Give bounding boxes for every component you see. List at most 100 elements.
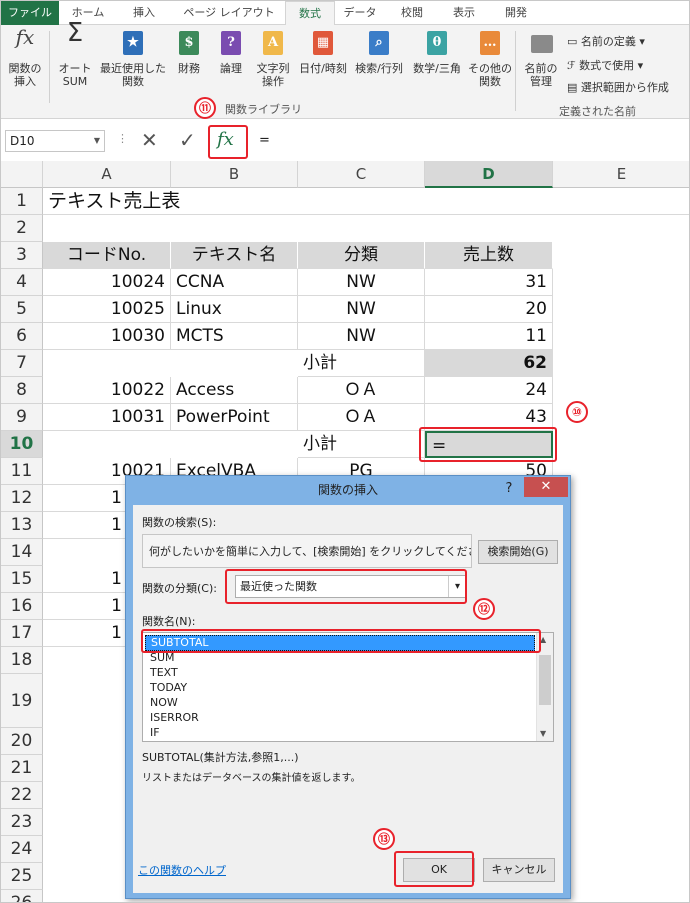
cell-d8[interactable]: 24 <box>425 377 553 404</box>
datetime-button[interactable]: ▦ 日付/時刻 <box>297 29 349 75</box>
autosum-button[interactable]: Σ オート SUM <box>55 20 95 88</box>
row-header[interactable]: 6 <box>1 323 43 350</box>
row-header[interactable]: 8 <box>1 377 43 404</box>
cell-c5[interactable]: NW <box>298 296 425 323</box>
tab-page-layout[interactable]: ページ レイアウト <box>177 1 281 25</box>
search-start-button[interactable]: 検索開始(G) <box>478 540 558 564</box>
row-header[interactable]: 14 <box>1 539 43 566</box>
tab-view[interactable]: 表示 <box>441 1 487 25</box>
column-header-a[interactable]: A <box>43 161 171 188</box>
sheet-title-cell[interactable]: テキスト売上表 <box>43 188 689 215</box>
column-header-e[interactable]: E <box>553 161 689 188</box>
row-header[interactable]: 24 <box>1 836 43 863</box>
row-header[interactable]: 20 <box>1 728 43 755</box>
row-header[interactable]: 16 <box>1 593 43 620</box>
row-header[interactable]: 7 <box>1 350 43 377</box>
insert-function-button[interactable]: fx 関数の 挿入 <box>5 27 45 88</box>
cell-a6[interactable]: 10030 <box>43 323 171 350</box>
cell-c7-subtotal-label[interactable]: 小計 <box>298 350 425 377</box>
tab-file[interactable]: ファイル <box>1 1 59 25</box>
cell-b4[interactable]: CCNA <box>171 269 298 296</box>
row-header[interactable]: 22 <box>1 782 43 809</box>
recently-used-button[interactable]: ★ 最近使用した 関数 <box>99 29 167 88</box>
cancel-button[interactable]: キャンセル <box>483 858 555 882</box>
select-all-corner[interactable] <box>1 161 43 188</box>
row-header[interactable]: 3 <box>1 242 43 269</box>
cell-a16[interactable]: 1 <box>43 593 127 620</box>
cell-a17[interactable]: 1 <box>43 620 127 647</box>
tab-developer[interactable]: 開発 <box>493 1 539 25</box>
row-header[interactable]: 1 <box>1 188 43 215</box>
column-header-b[interactable]: B <box>171 161 298 188</box>
row-header[interactable]: 19 <box>1 674 43 728</box>
cell-c10-subtotal-label[interactable]: 小計 <box>298 431 425 458</box>
list-item[interactable]: IF <box>150 726 160 740</box>
lookup-button[interactable]: ⌕ 検索/行列 <box>351 29 407 75</box>
define-name-button[interactable]: ▭ 名前の定義 ▾ <box>567 33 645 49</box>
cell-a8[interactable]: 10022 <box>43 377 171 404</box>
cell-a15[interactable]: 1 <box>43 566 127 593</box>
row-header[interactable]: 5 <box>1 296 43 323</box>
row-header[interactable]: 4 <box>1 269 43 296</box>
cell-d4[interactable]: 31 <box>425 269 553 296</box>
cell-a12[interactable]: 1 <box>43 485 127 512</box>
list-item[interactable]: ISERROR <box>150 711 199 725</box>
cell-b6[interactable]: MCTS <box>171 323 298 350</box>
close-icon[interactable]: ✕ <box>524 477 568 497</box>
cell-c6[interactable]: NW <box>298 323 425 350</box>
tab-formulas[interactable]: 数式 <box>285 1 335 26</box>
cell-a4[interactable]: 10024 <box>43 269 171 296</box>
cell-b8[interactable]: Access <box>171 377 298 404</box>
list-item[interactable]: TODAY <box>150 681 187 695</box>
row-header[interactable]: 17 <box>1 620 43 647</box>
name-box[interactable]: D10 ▼ <box>5 130 105 152</box>
function-search-input[interactable]: 何がしたいかを簡単に入力して、[検索開始] をクリックしてください。 <box>142 534 472 568</box>
column-header-d[interactable]: D <box>425 161 553 188</box>
cell-c9[interactable]: ＯＡ <box>298 404 425 431</box>
formula-input[interactable]: = <box>251 130 687 152</box>
enter-icon[interactable]: ✓ <box>179 128 196 152</box>
row-header[interactable]: 26 <box>1 890 43 902</box>
row-header[interactable]: 15 <box>1 566 43 593</box>
row-header[interactable]: 25 <box>1 863 43 890</box>
row-header[interactable]: 2 <box>1 215 43 242</box>
cancel-icon[interactable]: ✕ <box>141 128 158 152</box>
more-functions-button[interactable]: … その他の 関数 <box>467 29 513 88</box>
function-help-link[interactable]: この関数のヘルプ <box>138 862 226 878</box>
use-in-formula-button[interactable]: ℱ 数式で使用 ▾ <box>567 57 643 73</box>
row-header-selected[interactable]: 10 <box>1 431 43 458</box>
header-cell-sales[interactable]: 売上数 <box>425 242 553 269</box>
cell-a13[interactable]: 1 <box>43 512 127 539</box>
name-manager-button[interactable]: 名前の 管理 <box>519 29 563 88</box>
cell-b9[interactable]: PowerPoint <box>171 404 298 431</box>
header-cell-code[interactable]: コードNo. <box>43 242 171 269</box>
cell-c8[interactable]: ＯＡ <box>298 377 425 404</box>
cell-a9[interactable]: 10031 <box>43 404 171 431</box>
row-header[interactable]: 23 <box>1 809 43 836</box>
scroll-down-icon[interactable]: ▼ <box>540 729 546 738</box>
cell-d7-subtotal[interactable]: 62 <box>425 350 553 377</box>
row-header[interactable]: 21 <box>1 755 43 782</box>
tab-insert[interactable]: 挿入 <box>119 1 169 25</box>
tab-data[interactable]: データ <box>337 1 383 25</box>
column-header-c[interactable]: C <box>298 161 425 188</box>
cell-d6[interactable]: 11 <box>425 323 553 350</box>
row-header[interactable]: 12 <box>1 485 43 512</box>
tab-review[interactable]: 校閲 <box>389 1 435 25</box>
header-cell-category[interactable]: 分類 <box>298 242 425 269</box>
text-functions-button[interactable]: A 文字列 操作 <box>253 29 293 88</box>
cell-b5[interactable]: Linux <box>171 296 298 323</box>
list-item[interactable]: NOW <box>150 696 178 710</box>
row-header[interactable]: 11 <box>1 458 43 485</box>
list-item[interactable]: SUM <box>150 651 175 665</box>
header-cell-name[interactable]: テキスト名 <box>171 242 298 269</box>
row-header[interactable]: 18 <box>1 647 43 674</box>
math-trig-button[interactable]: θ 数学/三角 <box>409 29 465 75</box>
create-from-selection-button[interactable]: ▤ 選択範囲から作成 <box>567 79 669 95</box>
cell-c4[interactable]: NW <box>298 269 425 296</box>
row-header[interactable]: 13 <box>1 512 43 539</box>
cell-d5[interactable]: 20 <box>425 296 553 323</box>
list-item[interactable]: TEXT <box>150 666 178 680</box>
financial-button[interactable]: $ 財務 <box>171 29 207 75</box>
scrollbar-thumb[interactable] <box>539 655 551 705</box>
